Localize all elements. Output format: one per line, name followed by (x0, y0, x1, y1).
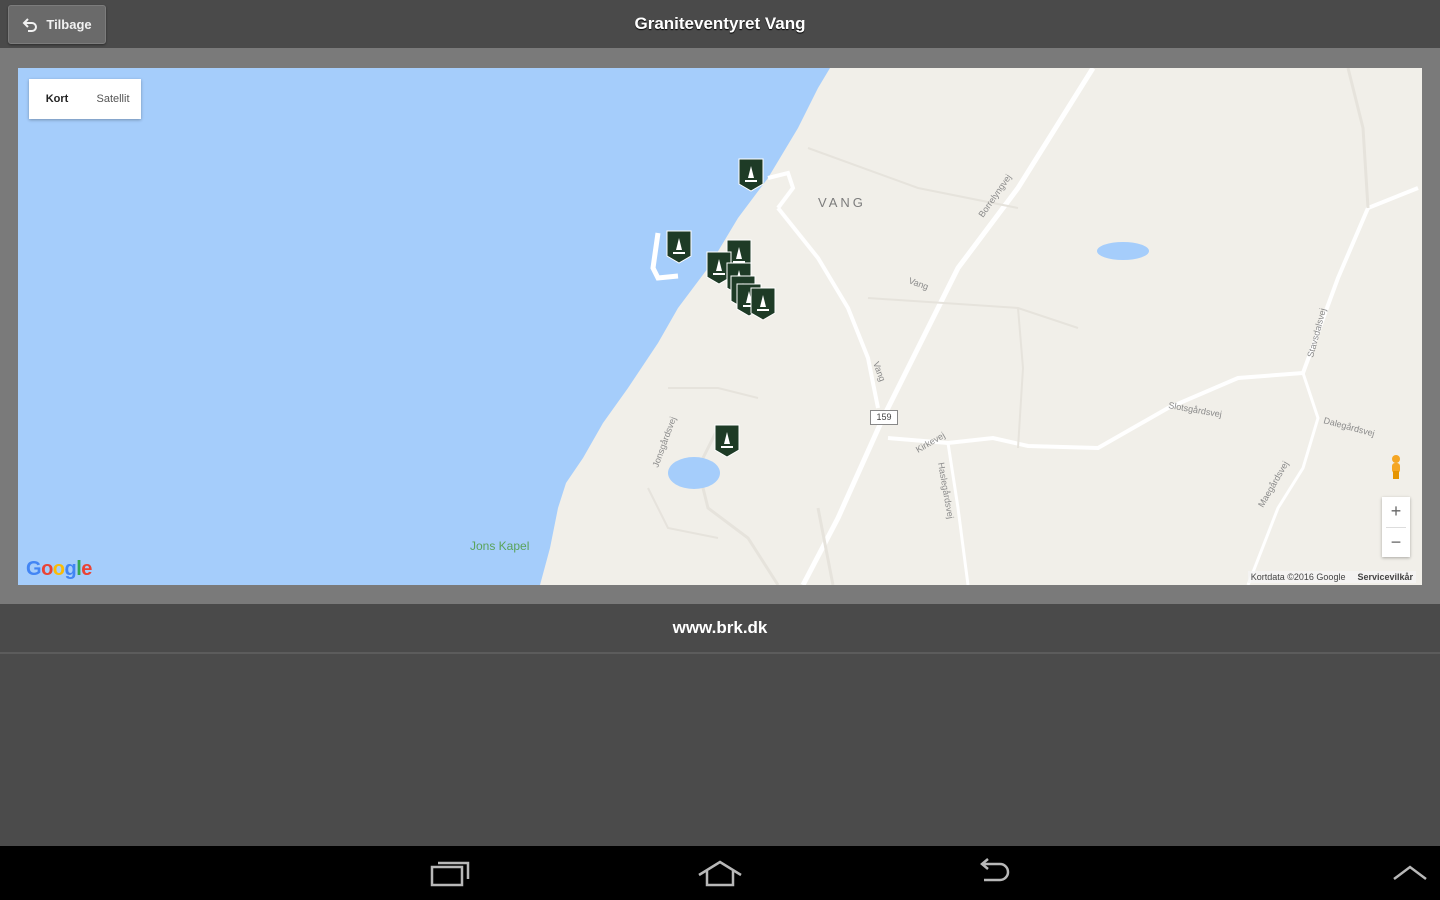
map-attribution: Kortdata ©2016 Google Servicevilkår (1247, 571, 1416, 583)
lake-1 (1097, 242, 1149, 260)
map-type-satellit[interactable]: Satellit (85, 79, 141, 119)
recent-apps-button[interactable] (420, 856, 480, 890)
map-marker[interactable] (666, 230, 692, 264)
land-area (540, 68, 1422, 585)
chevron-up-icon (1393, 865, 1427, 880)
road-number-badge: 159 (870, 410, 898, 425)
map-marker[interactable] (714, 424, 740, 458)
home-button[interactable] (690, 856, 750, 890)
google-logo: Google (26, 558, 92, 580)
zoom-control: + − (1382, 497, 1410, 557)
pegman-icon (1392, 455, 1400, 479)
terms-link[interactable]: Servicevilkår (1357, 572, 1413, 582)
zoom-in-button[interactable]: + (1382, 497, 1410, 527)
street-view-pegman[interactable] (1382, 452, 1410, 482)
system-back-button[interactable] (962, 856, 1022, 890)
back-icon (980, 858, 1010, 882)
footer-bar: www.brk.dk (0, 604, 1440, 654)
place-label: VANG (818, 195, 866, 210)
lake-2 (668, 457, 720, 489)
map-base: Borrelyngvej Vang Vang Slotsgårdsvej Dal… (540, 68, 1422, 585)
empty-content-area (0, 654, 1440, 846)
map-marker[interactable] (738, 158, 764, 192)
top-bar: Tilbage Graniteventyret Vang (0, 0, 1440, 49)
map-type-kort[interactable]: Kort (29, 79, 85, 119)
attribution-text: Kortdata ©2016 Google (1250, 572, 1346, 582)
poi-label[interactable]: Jons Kapel (470, 539, 529, 553)
expand-button[interactable] (1380, 856, 1440, 890)
website-link[interactable]: www.brk.dk (0, 604, 1440, 652)
map-view[interactable]: Borrelyngvej Vang Vang Slotsgårdsvej Dal… (18, 68, 1422, 585)
system-navigation-bar (0, 846, 1440, 900)
map-type-control: Kort Satellit (29, 79, 141, 119)
zoom-out-button[interactable]: − (1382, 528, 1410, 558)
map-marker[interactable] (750, 287, 776, 321)
home-icon (698, 860, 742, 887)
page-title: Graniteventyret Vang (634, 14, 806, 33)
recent-apps-icon (430, 861, 470, 887)
